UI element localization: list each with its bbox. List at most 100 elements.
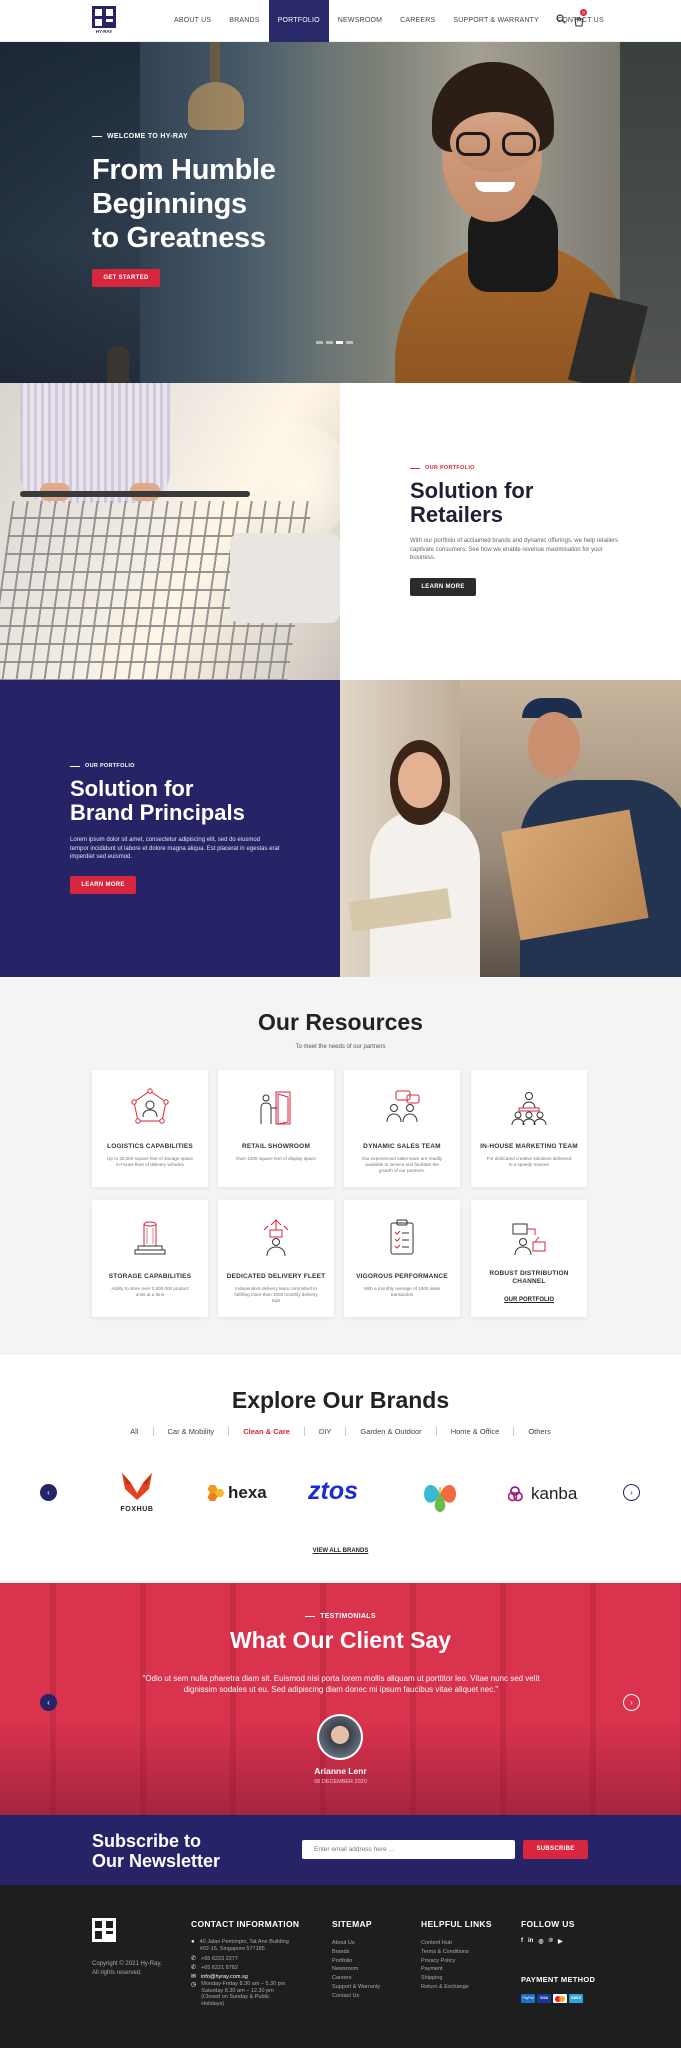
nav-brands[interactable]: BRANDS	[220, 0, 268, 42]
mastercard-logo	[553, 1994, 567, 2003]
pinterest-icon[interactable]: ℗	[549, 1938, 553, 1945]
contact-fax-text: +65 6221 8782	[201, 1964, 238, 1971]
helpful-link[interactable]: Privacy Policy	[421, 1957, 469, 1966]
tab-separator	[228, 1427, 230, 1436]
sitemap-link[interactable]: Newsroom	[332, 1965, 380, 1974]
footer-logo[interactable]	[92, 1918, 116, 1942]
sitemap-link[interactable]: About Us	[332, 1939, 380, 1948]
sitemap-link[interactable]: Contact Us	[332, 1992, 380, 2001]
payment-method-heading: PAYMENT METHOD	[521, 1975, 596, 1984]
helpful-link[interactable]: Terms & Conditions	[421, 1948, 469, 1957]
fox-icon	[122, 1473, 152, 1500]
tab-separator	[513, 1427, 515, 1436]
resources-section: Our Resources To meet the needs of our p…	[0, 977, 681, 1355]
slider-dot[interactable]	[346, 341, 353, 344]
tab-clean-care[interactable]: Clean & Care	[243, 1427, 290, 1436]
get-started-button[interactable]: GET STARTED	[92, 269, 160, 287]
card-title: RETAIL SHOWROOM	[241, 1143, 311, 1150]
retailers-kicker: OUR PORTFOLIO	[410, 465, 475, 471]
contact-fax: ✆ +65 6221 8782	[191, 1964, 291, 1973]
tab-diy[interactable]: DIY	[319, 1427, 332, 1436]
tab-separator	[152, 1427, 154, 1436]
brands-next-button[interactable]: ›	[623, 1484, 640, 1501]
contact-heading: CONTACT INFORMATION	[191, 1919, 300, 1929]
sitemap-list: About Us Brands Portfolio Newsroom Caree…	[332, 1939, 380, 2001]
nav-about-us[interactable]: ABOUT US	[165, 0, 220, 42]
helpful-link[interactable]: Payment	[421, 1965, 469, 1974]
contact-list: ● 40 Jalan Pemimpin, Tat Ann Building #02…	[191, 1939, 291, 2007]
principals-image	[340, 680, 681, 977]
brand-logo-ztos[interactable]: ztos	[308, 1477, 358, 1506]
hy-ray-logo[interactable]: HY-RAY	[92, 6, 116, 36]
resource-card-storage: STORAGE CAPABILITIES Ability to store ov…	[92, 1200, 208, 1317]
nav-careers[interactable]: CAREERS	[391, 0, 444, 42]
slider-dot-active[interactable]	[336, 341, 343, 344]
brand-logo-petal[interactable]	[420, 1476, 460, 1517]
hero-title-line1: From Humble	[92, 154, 276, 186]
helpful-link[interactable]: Shipping	[421, 1974, 469, 1983]
testimonials-title: What Our Client Say	[229, 1627, 452, 1653]
cart-handle	[20, 491, 250, 497]
chevron-right-icon: ›	[630, 1698, 633, 1707]
hero-kicker: WELCOME TO HY-RAY	[92, 133, 188, 140]
retailers-image	[0, 383, 340, 680]
nav-portfolio[interactable]: PORTFOLIO	[268, 0, 329, 42]
brand-name: hexa	[228, 1483, 267, 1502]
facebook-icon[interactable]: f	[521, 1938, 523, 1945]
tab-others[interactable]: Others	[528, 1427, 551, 1436]
contact-phone-text[interactable]: +65 6223 2277	[201, 1955, 238, 1964]
brands-prev-button[interactable]: ‹	[40, 1484, 57, 1501]
contact-hours: ◷ Monday-Friday 8.30 am – 5.30 pm Saturda…	[191, 1981, 291, 2007]
retailers-body: With our portfolio of acclaimed brands a…	[410, 538, 618, 561]
tab-all[interactable]: All	[130, 1427, 138, 1436]
tab-home-office[interactable]: Home & Office	[451, 1427, 500, 1436]
brand-logo-kanba[interactable]: kanba	[508, 1484, 577, 1504]
cart-count-badge: 0	[580, 9, 587, 16]
nav-support[interactable]: SUPPORT & WARRANTY	[444, 0, 548, 42]
cart-button[interactable]: 0	[574, 9, 587, 27]
search-icon[interactable]	[556, 14, 566, 24]
marketing-team-icon	[511, 1092, 547, 1126]
card-title: IN-HOUSE MARKETING TEAM	[480, 1143, 578, 1150]
social-icons: f in ◎ ℗ ▶	[521, 1938, 563, 1945]
testimonials-next-button[interactable]: ›	[623, 1694, 640, 1711]
site-header: HY-RAY ABOUT US BRANDS PORTFOLIO NEWSROO…	[0, 0, 681, 42]
helpful-link[interactable]: Content Hub	[421, 1939, 469, 1948]
subscribe-button[interactable]: SUBSCRIBE	[523, 1840, 588, 1859]
sitemap-link[interactable]: Support & Warranty	[332, 1983, 380, 1992]
sitemap-link[interactable]: Brands	[332, 1948, 380, 1957]
follow-us-heading: FOLLOW US	[521, 1919, 575, 1929]
principals-learn-more-button[interactable]: LEARN MORE	[70, 876, 136, 894]
tab-car-mobility[interactable]: Car & Mobility	[168, 1427, 215, 1436]
main-nav: ABOUT US BRANDS PORTFOLIO NEWSROOM CAREE…	[165, 0, 613, 42]
our-portfolio-link[interactable]: OUR PORTFOLIO	[471, 1297, 587, 1303]
testimonials-prev-button[interactable]: ‹	[40, 1694, 57, 1711]
linkedin-icon[interactable]: in	[528, 1938, 533, 1945]
petal-logo-icon	[424, 1484, 456, 1512]
sitemap-link[interactable]: Portfolio	[332, 1957, 380, 1966]
card-title: STORAGE CAPABILITIES	[108, 1273, 192, 1280]
testimonial-date: 06 DECEMBER 2020	[314, 1779, 367, 1785]
brand-logo-foxhub[interactable]: FOXHUB	[112, 1471, 162, 1519]
view-all-brands-link[interactable]: VIEW ALL BRANDS	[0, 1548, 681, 1554]
nav-newsroom[interactable]: NEWSROOM	[329, 0, 391, 42]
card-title: VIGOROUS PERFORMANCE	[356, 1273, 448, 1280]
hero-bg-person	[107, 346, 129, 383]
helpful-link[interactable]: Return & Exchange	[421, 1983, 469, 1992]
sitemap-link[interactable]: Careers	[332, 1974, 380, 1983]
newsletter-email-input[interactable]	[302, 1840, 515, 1859]
slider-dot[interactable]	[326, 341, 333, 344]
youtube-icon[interactable]: ▶	[558, 1938, 563, 1945]
slider-dot[interactable]	[316, 341, 323, 344]
card-title: DYNAMIC SALES TEAM	[363, 1143, 441, 1150]
retailers-learn-more-button[interactable]: LEARN MORE	[410, 578, 476, 596]
brand-logo-hexa[interactable]: hexa	[205, 1483, 267, 1503]
tab-garden-outdoor[interactable]: Garden & Outdoor	[360, 1427, 421, 1436]
instagram-icon[interactable]: ◎	[538, 1938, 543, 1945]
brand-name: kanba	[531, 1484, 578, 1503]
contact-email-text[interactable]: info@hyray.com.sg	[201, 1973, 248, 1982]
resource-card-sales-team: DYNAMIC SALES TEAM Our experienced sales…	[344, 1070, 460, 1187]
helpful-links-heading: HELPFUL LINKS	[421, 1919, 492, 1929]
clock-icon: ◷	[191, 1982, 197, 1989]
showroom-door-icon	[260, 1091, 291, 1125]
